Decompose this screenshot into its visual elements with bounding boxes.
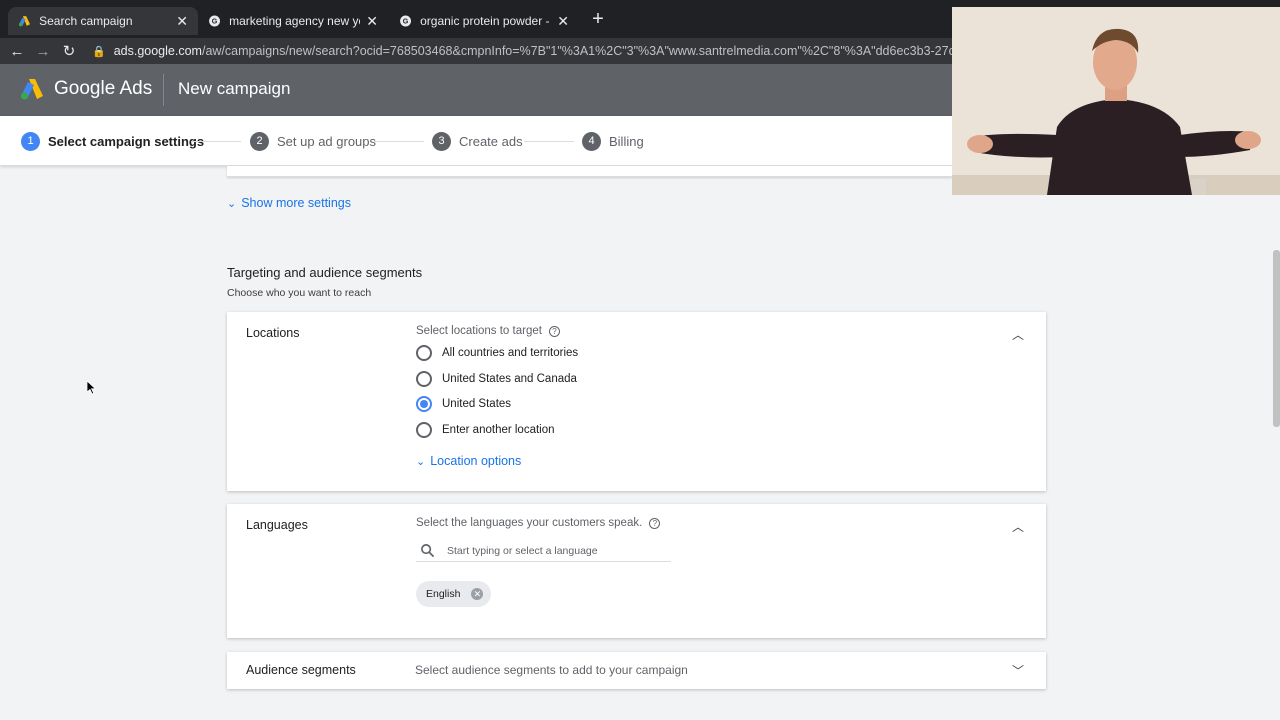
radio-button-selected[interactable]	[416, 396, 432, 412]
tab-title: marketing agency new york - G	[229, 14, 360, 28]
google-favicon-icon: G	[400, 15, 412, 27]
browser-tab[interactable]: G organic protein powder - Goog ✕	[389, 7, 579, 35]
location-option-all[interactable]: All countries and territories	[416, 345, 578, 361]
section-title: Targeting and audience segments	[227, 265, 423, 280]
back-arrow-icon[interactable]: ←	[4, 43, 30, 60]
audience-hint: Select audience segments to add to your …	[415, 663, 688, 677]
locations-panel: Locations Select locations to target ? ︿…	[227, 312, 1046, 491]
locations-hint: Select locations to target ?	[416, 325, 560, 337]
step-set-up-ad-groups[interactable]: 2 Set up ad groups	[250, 132, 376, 151]
chevron-up-icon[interactable]: ︿	[1012, 326, 1024, 343]
step-connector	[191, 141, 241, 142]
step-number: 2	[250, 132, 269, 151]
location-options-label: Location options	[430, 454, 522, 468]
step-label: Create ads	[459, 134, 523, 149]
section-subtitle: Choose who you want to reach	[227, 287, 372, 299]
audience-segments-panel[interactable]: Audience segments Select audience segmen…	[227, 652, 1046, 689]
location-option-us-canada[interactable]: United States and Canada	[416, 371, 577, 387]
browser-tab-active[interactable]: Search campaign ✕	[8, 7, 198, 35]
previous-card-edge	[227, 166, 952, 177]
tab-close-icon[interactable]: ✕	[366, 13, 378, 30]
language-search-input[interactable]	[447, 544, 647, 557]
brand-name: Google Ads	[54, 78, 153, 99]
step-number: 3	[432, 132, 451, 151]
radio-label: Enter another location	[442, 424, 555, 436]
page-title: New campaign	[178, 79, 291, 98]
location-options-link[interactable]: ⌄ Location options	[416, 454, 521, 468]
chevron-down-icon: ⌄	[416, 455, 426, 468]
radio-button[interactable]	[416, 422, 432, 438]
step-number: 4	[582, 132, 601, 151]
step-connector	[374, 141, 424, 142]
locations-label: Locations	[246, 326, 300, 340]
locations-hint-text: Select locations to target	[416, 325, 542, 337]
radio-label: United States	[442, 398, 512, 410]
language-search[interactable]	[416, 540, 671, 562]
step-create-ads[interactable]: 3 Create ads	[432, 132, 523, 151]
language-chip-english[interactable]: English ✕	[416, 581, 492, 607]
step-label: Billing	[609, 134, 644, 149]
radio-button[interactable]	[416, 345, 432, 361]
google-favicon-icon: G	[209, 15, 221, 27]
svg-text:G: G	[212, 17, 218, 25]
presenter-video-image	[952, 7, 1280, 195]
languages-hint-text: Select the languages your customers spea…	[416, 517, 643, 529]
forward-arrow-icon[interactable]: →	[30, 43, 56, 60]
languages-label: Languages	[246, 518, 308, 532]
step-label: Select campaign settings	[48, 134, 205, 149]
chevron-up-icon[interactable]: ︿	[1012, 518, 1024, 535]
webcam-overlay	[952, 7, 1280, 195]
help-icon[interactable]: ?	[649, 517, 661, 529]
show-more-label: Show more settings	[241, 196, 351, 210]
tab-close-icon[interactable]: ✕	[557, 13, 569, 30]
location-option-us[interactable]: United States	[416, 396, 511, 412]
browser-tab[interactable]: G marketing agency new york - G ✕	[198, 7, 388, 35]
radio-label: All countries and territories	[442, 347, 579, 359]
url-host: ads.google.com	[113, 44, 202, 58]
languages-panel: Languages Select the languages your cust…	[227, 504, 1046, 638]
languages-hint: Select the languages your customers spea…	[416, 517, 661, 529]
lock-icon: 🔒	[92, 45, 106, 58]
step-label: Set up ad groups	[277, 134, 377, 149]
location-option-another[interactable]: Enter another location	[416, 422, 555, 438]
step-billing[interactable]: 4 Billing	[582, 132, 644, 151]
mouse-cursor-icon	[87, 381, 97, 395]
radio-label: United States and Canada	[442, 373, 577, 385]
show-more-settings-link[interactable]: ⌄ Show more settings	[227, 196, 351, 210]
svg-text:G: G	[403, 17, 409, 25]
chevron-down-icon: ⌄	[227, 197, 237, 210]
google-ads-favicon-icon	[18, 16, 31, 27]
remove-chip-icon[interactable]: ✕	[471, 588, 484, 600]
help-icon[interactable]: ?	[548, 325, 560, 337]
step-select-campaign-settings[interactable]: 1 Select campaign settings	[21, 132, 204, 151]
new-tab-icon[interactable]: +	[588, 8, 608, 31]
url-path: /aw/campaigns/new/search?ocid=768503468&…	[201, 44, 980, 58]
tab-title: Search campaign	[39, 14, 133, 28]
header-divider	[163, 74, 164, 106]
chevron-down-icon[interactable]: ﹀	[1012, 662, 1024, 679]
tab-title: organic protein powder - Goog	[420, 14, 551, 28]
google-ads-logo-icon[interactable]	[20, 77, 44, 101]
step-number: 1	[21, 132, 40, 151]
audience-label: Audience segments	[246, 663, 356, 677]
radio-button[interactable]	[416, 371, 432, 387]
reload-icon[interactable]: ↻	[56, 42, 82, 60]
search-icon	[421, 544, 435, 558]
tab-close-icon[interactable]: ✕	[176, 13, 188, 30]
step-connector	[524, 141, 574, 142]
chip-label: English	[426, 588, 461, 600]
page-scrollbar[interactable]	[1273, 250, 1280, 427]
